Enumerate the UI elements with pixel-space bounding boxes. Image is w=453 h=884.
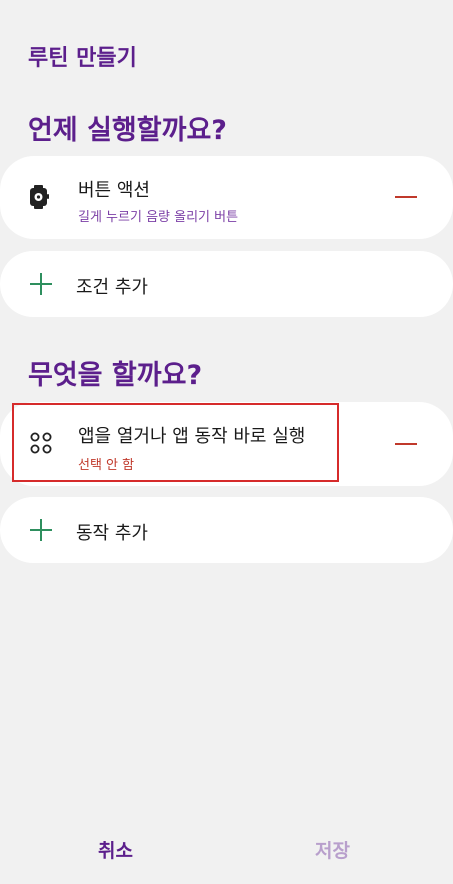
plus-icon	[30, 273, 52, 295]
remove-action-button[interactable]	[395, 443, 417, 445]
condition-label: 버튼 액션	[78, 180, 150, 201]
plus-icon	[30, 519, 52, 541]
add-action-label: 동작 추가	[76, 523, 148, 544]
selection-highlight	[12, 403, 339, 482]
add-action-card[interactable]: 동작 추가	[0, 497, 453, 563]
add-condition-label: 조건 추가	[76, 277, 148, 298]
smartwatch-gear-icon	[28, 184, 50, 214]
remove-condition-button[interactable]	[395, 196, 417, 198]
save-button[interactable]: 저장	[315, 836, 350, 863]
what-section-heading: 무엇을 할까요?	[28, 360, 203, 391]
page-title: 루틴 만들기	[28, 46, 137, 71]
condition-sublabel: 길게 누르기 음량 올리기 버튼	[78, 210, 239, 225]
condition-card-button-action[interactable]: 버튼 액션 길게 누르기 음량 올리기 버튼	[0, 156, 453, 239]
when-section-heading: 언제 실행할까요?	[28, 115, 227, 146]
cancel-button[interactable]: 취소	[98, 836, 133, 863]
add-condition-card[interactable]: 조건 추가	[0, 251, 453, 317]
